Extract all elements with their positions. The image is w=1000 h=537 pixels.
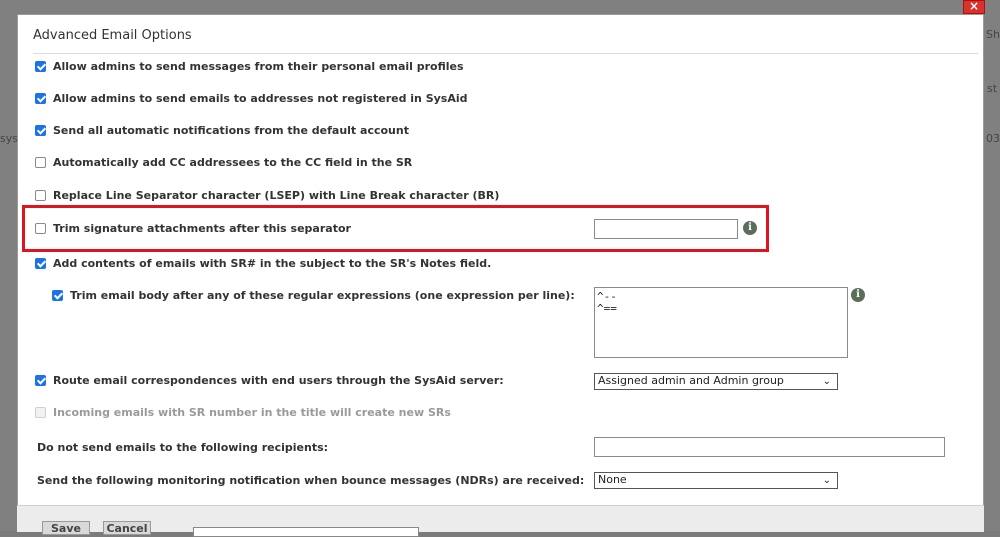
checkbox-icon[interactable] <box>35 223 46 234</box>
checkbox-icon[interactable] <box>35 125 46 136</box>
option-label: Allow admins to send messages from their… <box>53 60 464 73</box>
option-allow-personal-profiles[interactable]: Allow admins to send messages from their… <box>35 60 464 73</box>
close-button[interactable]: × <box>963 0 985 14</box>
do-not-send-label: Do not send emails to the following reci… <box>37 441 329 454</box>
option-label: Trim email body after any of these regul… <box>70 289 575 302</box>
info-icon[interactable]: i <box>851 288 865 302</box>
regex-textarea[interactable]: ^-- ^== <box>594 287 848 358</box>
select-value: None <box>598 473 627 486</box>
background-text-left: sys <box>0 132 18 145</box>
option-label: Send all automatic notifications from th… <box>53 124 409 137</box>
select-value: Assigned admin and Admin group <box>598 374 784 387</box>
option-label: Trim signature attachments after this se… <box>53 222 351 235</box>
option-label: Allow admins to send emails to addresses… <box>53 92 468 105</box>
footer-input[interactable] <box>193 527 419 537</box>
option-replace-lsep[interactable]: Replace Line Separator character (LSEP) … <box>35 189 499 202</box>
option-auto-add-cc[interactable]: Automatically add CC addressees to the C… <box>35 156 412 169</box>
checkbox-icon[interactable] <box>35 190 46 201</box>
chevron-down-icon: ⌄ <box>822 475 831 486</box>
dialog-title: Advanced Email Options <box>33 28 192 43</box>
checkbox-icon[interactable] <box>35 258 46 269</box>
checkbox-icon[interactable] <box>35 61 46 72</box>
signature-separator-input[interactable] <box>594 219 738 239</box>
option-route-correspondence[interactable]: Route email correspondences with end use… <box>35 374 504 387</box>
option-allow-unregistered-addresses[interactable]: Allow admins to send emails to addresses… <box>35 92 468 105</box>
option-trim-email-body[interactable]: Trim email body after any of these regul… <box>52 289 575 302</box>
checkbox-icon[interactable] <box>35 93 46 104</box>
chevron-down-icon: ⌄ <box>822 376 831 387</box>
option-trim-signature-attachments[interactable]: Trim signature attachments after this se… <box>35 222 351 235</box>
route-recipient-select[interactable]: Assigned admin and Admin group ⌄ <box>594 373 838 390</box>
ndr-label: Send the following monitoring notificati… <box>37 474 585 487</box>
cancel-button[interactable]: Cancel <box>103 521 151 535</box>
option-label: Automatically add CC addressees to the C… <box>53 156 413 169</box>
checkbox-icon[interactable] <box>35 375 46 386</box>
option-label: Add contents of emails with SR# in the s… <box>53 257 492 270</box>
option-incoming-create-new-srs: Incoming emails with SR number in the ti… <box>35 406 451 419</box>
dialog-footer <box>17 505 984 532</box>
title-divider <box>33 53 978 54</box>
checkbox-icon <box>35 407 46 418</box>
checkbox-icon[interactable] <box>52 290 63 301</box>
option-add-sr-notes[interactable]: Add contents of emails with SR# in the s… <box>35 257 491 270</box>
background-text-mid-right: st <box>987 82 998 95</box>
option-label: Route email correspondences with end use… <box>53 374 504 387</box>
close-icon: × <box>968 0 980 13</box>
option-label: Incoming emails with SR number in the ti… <box>53 406 451 419</box>
checkbox-icon[interactable] <box>35 157 46 168</box>
info-icon[interactable]: i <box>743 221 757 235</box>
background-text-bottom-right: 03- <box>986 132 1000 145</box>
option-label: Replace Line Separator character (LSEP) … <box>53 189 500 202</box>
ndr-notification-select[interactable]: None ⌄ <box>594 472 838 489</box>
save-button[interactable]: Save <box>42 521 90 535</box>
option-default-account-notifications[interactable]: Send all automatic notifications from th… <box>35 124 409 137</box>
do-not-send-input[interactable] <box>594 437 945 457</box>
background-text-top-right: Sho <box>986 28 1000 41</box>
